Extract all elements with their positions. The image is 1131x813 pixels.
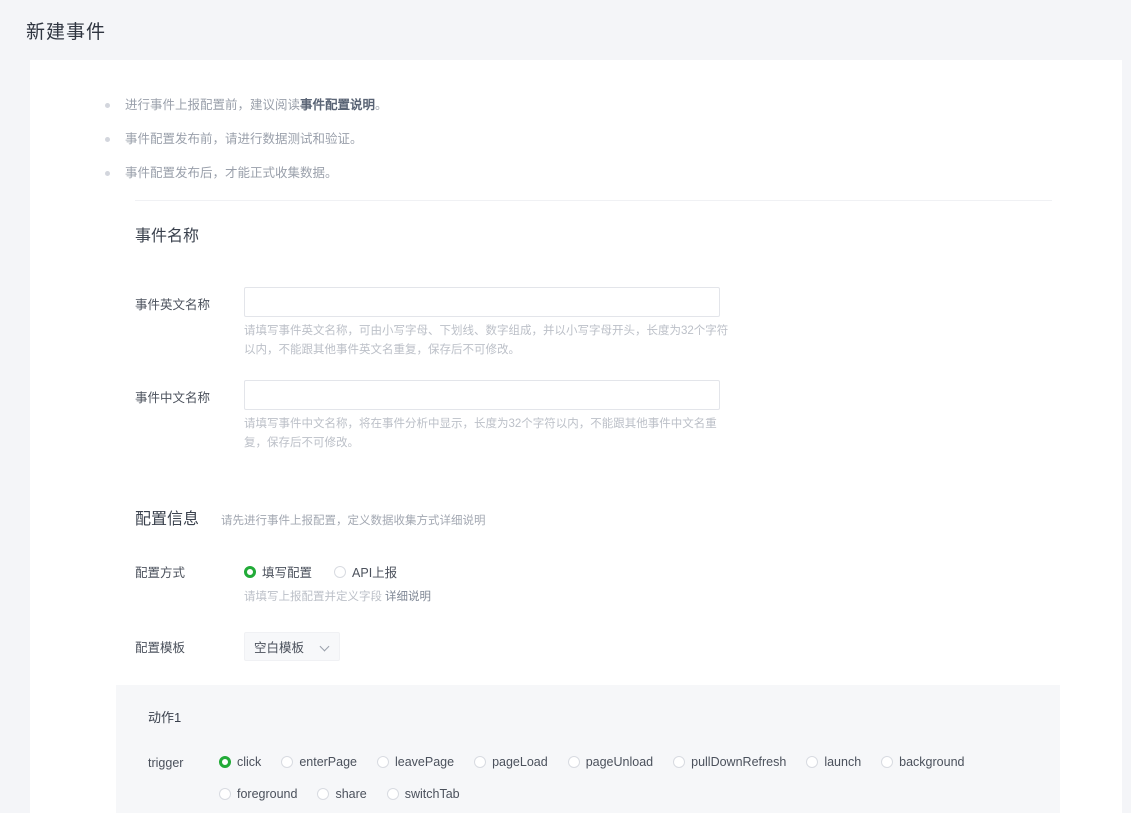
- field-row-config-template: 配置模板 空白模板: [30, 632, 1122, 661]
- section-title-text: 事件名称: [135, 228, 200, 245]
- chevron-down-icon: [321, 642, 330, 651]
- field-help-text: 请填写事件英文名称，可由小写字母、下划线、数字组成，并以小写字母开头，长度为32…: [244, 325, 729, 356]
- radio-icon: [334, 565, 347, 578]
- config-detail-link[interactable]: 详细说明: [440, 515, 486, 527]
- field-label: 配置方式: [135, 566, 186, 580]
- radio-option-fill-config[interactable]: 填写配置: [244, 562, 312, 581]
- radio-label: share: [335, 787, 367, 801]
- radio-option-pageunload[interactable]: pageUnload: [567, 755, 654, 769]
- field-label: 配置模板: [135, 641, 186, 655]
- trigger-row: trigger click enterPage leavePage pageLo…: [116, 755, 1060, 813]
- radio-option-pageload[interactable]: pageLoad: [474, 755, 548, 769]
- radio-option-switchtab[interactable]: switchTab: [386, 787, 460, 801]
- config-template-select[interactable]: 空白模板: [244, 632, 340, 661]
- field-row-event-en-name: 事件英文名称 请填写事件英文名称，可由小写字母、下划线、数字组成，并以小写字母开…: [30, 287, 1122, 360]
- tip-text: 进行事件上报配置前，建议阅读事件配置说明。: [125, 98, 388, 113]
- radio-label: 填写配置: [262, 566, 313, 580]
- radio-icon: [244, 565, 256, 578]
- radio-label: switchTab: [404, 787, 460, 801]
- list-item: 事件配置发布前，请进行数据测试和验证。: [30, 132, 1122, 147]
- config-mode-radio-group: 填写配置 API上报: [244, 562, 1122, 581]
- radio-icon: [474, 756, 487, 768]
- radio-icon: [806, 756, 819, 768]
- config-mode-sub-text: 请填写上报配置并定义字段 详细说明: [244, 588, 1122, 604]
- radio-label: API上报: [352, 566, 398, 580]
- action-panel-title: 动作1: [148, 710, 182, 725]
- trigger-label: trigger: [148, 756, 184, 770]
- trigger-radio-group: click enterPage leavePage pageLoad pageU…: [219, 755, 1019, 813]
- action-panel: 动作1 trigger click enterPage leavePage pa…: [116, 685, 1060, 813]
- radio-option-foreground[interactable]: foreground: [219, 787, 297, 801]
- radio-icon: [219, 756, 231, 768]
- radio-icon: [219, 788, 231, 800]
- bullet-icon: [105, 137, 110, 142]
- radio-option-launch[interactable]: launch: [806, 755, 861, 769]
- radio-icon: [881, 756, 894, 768]
- radio-option-enterpage[interactable]: enterPage: [281, 755, 357, 769]
- radio-label: pageLoad: [492, 755, 548, 769]
- radio-label: background: [899, 755, 965, 769]
- radio-option-click[interactable]: click: [219, 755, 261, 769]
- config-template-selected-value: 空白模板: [254, 641, 305, 655]
- radio-label: pageUnload: [585, 755, 654, 769]
- divider: [135, 200, 1052, 201]
- radio-label: enterPage: [299, 755, 357, 769]
- config-mode-detail-link[interactable]: 详细说明: [385, 591, 431, 603]
- tip-text: 事件配置发布前，请进行数据测试和验证。: [125, 132, 363, 146]
- radio-label: foreground: [237, 787, 298, 801]
- tips-list: 进行事件上报配置前，建议阅读事件配置说明。 事件配置发布前，请进行数据测试和验证…: [30, 60, 1122, 181]
- section-title-text: 配置信息: [135, 511, 200, 528]
- field-row-event-cn-name: 事件中文名称 请填写事件中文名称，将在事件分析中显示，长度为32个字符以内，不能…: [30, 380, 1122, 453]
- radio-label: launch: [824, 755, 862, 769]
- radio-icon: [281, 756, 294, 768]
- list-item: 进行事件上报配置前，建议阅读事件配置说明。: [30, 98, 1122, 113]
- config-section-title: 配置信息 请先进行事件上报配置，定义数据收集方式详细说明: [30, 505, 1122, 529]
- tip-text-after: 。: [375, 98, 388, 112]
- radio-icon: [567, 756, 580, 768]
- event-en-name-input[interactable]: [244, 287, 720, 317]
- radio-icon: [377, 756, 389, 768]
- radio-label: click: [237, 755, 262, 769]
- field-label: 事件中文名称: [135, 391, 211, 405]
- event-name-section-title: 事件名称: [30, 222, 1122, 246]
- bullet-icon: [105, 103, 110, 108]
- page-title: 新建事件: [26, 21, 107, 43]
- radio-label: leavePage: [395, 755, 455, 769]
- page-header: 新建事件: [0, 0, 1131, 60]
- radio-icon: [386, 788, 399, 800]
- radio-option-background[interactable]: background: [881, 755, 964, 769]
- bullet-icon: [105, 171, 110, 176]
- content-card: 进行事件上报配置前，建议阅读事件配置说明。 事件配置发布前，请进行数据测试和验证…: [30, 60, 1122, 813]
- radio-icon: [673, 756, 686, 768]
- event-cn-name-input[interactable]: [244, 380, 720, 410]
- radio-option-api-report[interactable]: API上报: [334, 562, 397, 581]
- field-row-config-mode: 配置方式 填写配置 API上报 请填写上报配置并定义字段 详细说明: [30, 562, 1122, 604]
- tip-text-before: 进行事件上报配置前，建议阅读: [125, 98, 301, 112]
- section-hint: 请先进行事件上报配置，定义数据收集方式详细说明: [221, 512, 486, 528]
- radio-option-leavepage[interactable]: leavePage: [377, 755, 454, 769]
- radio-label: pullDownRefresh: [691, 755, 787, 769]
- list-item: 事件配置发布后，才能正式收集数据。: [30, 166, 1122, 181]
- radio-option-share[interactable]: share: [317, 787, 367, 801]
- section-hint-text: 请先进行事件上报配置，定义数据收集方式: [221, 515, 440, 527]
- radio-icon: [317, 788, 330, 800]
- field-help-text: 请填写事件中文名称，将在事件分析中显示，长度为32个字符以内，不能跟其他事件中文…: [244, 418, 717, 449]
- event-config-doc-link[interactable]: 事件配置说明: [300, 98, 375, 112]
- tip-text: 事件配置发布后，才能正式收集数据。: [125, 166, 338, 180]
- radio-option-pulldownrefresh[interactable]: pullDownRefresh: [673, 755, 786, 769]
- field-label: 事件英文名称: [135, 298, 211, 312]
- config-mode-sub-label: 请填写上报配置并定义字段: [244, 591, 382, 603]
